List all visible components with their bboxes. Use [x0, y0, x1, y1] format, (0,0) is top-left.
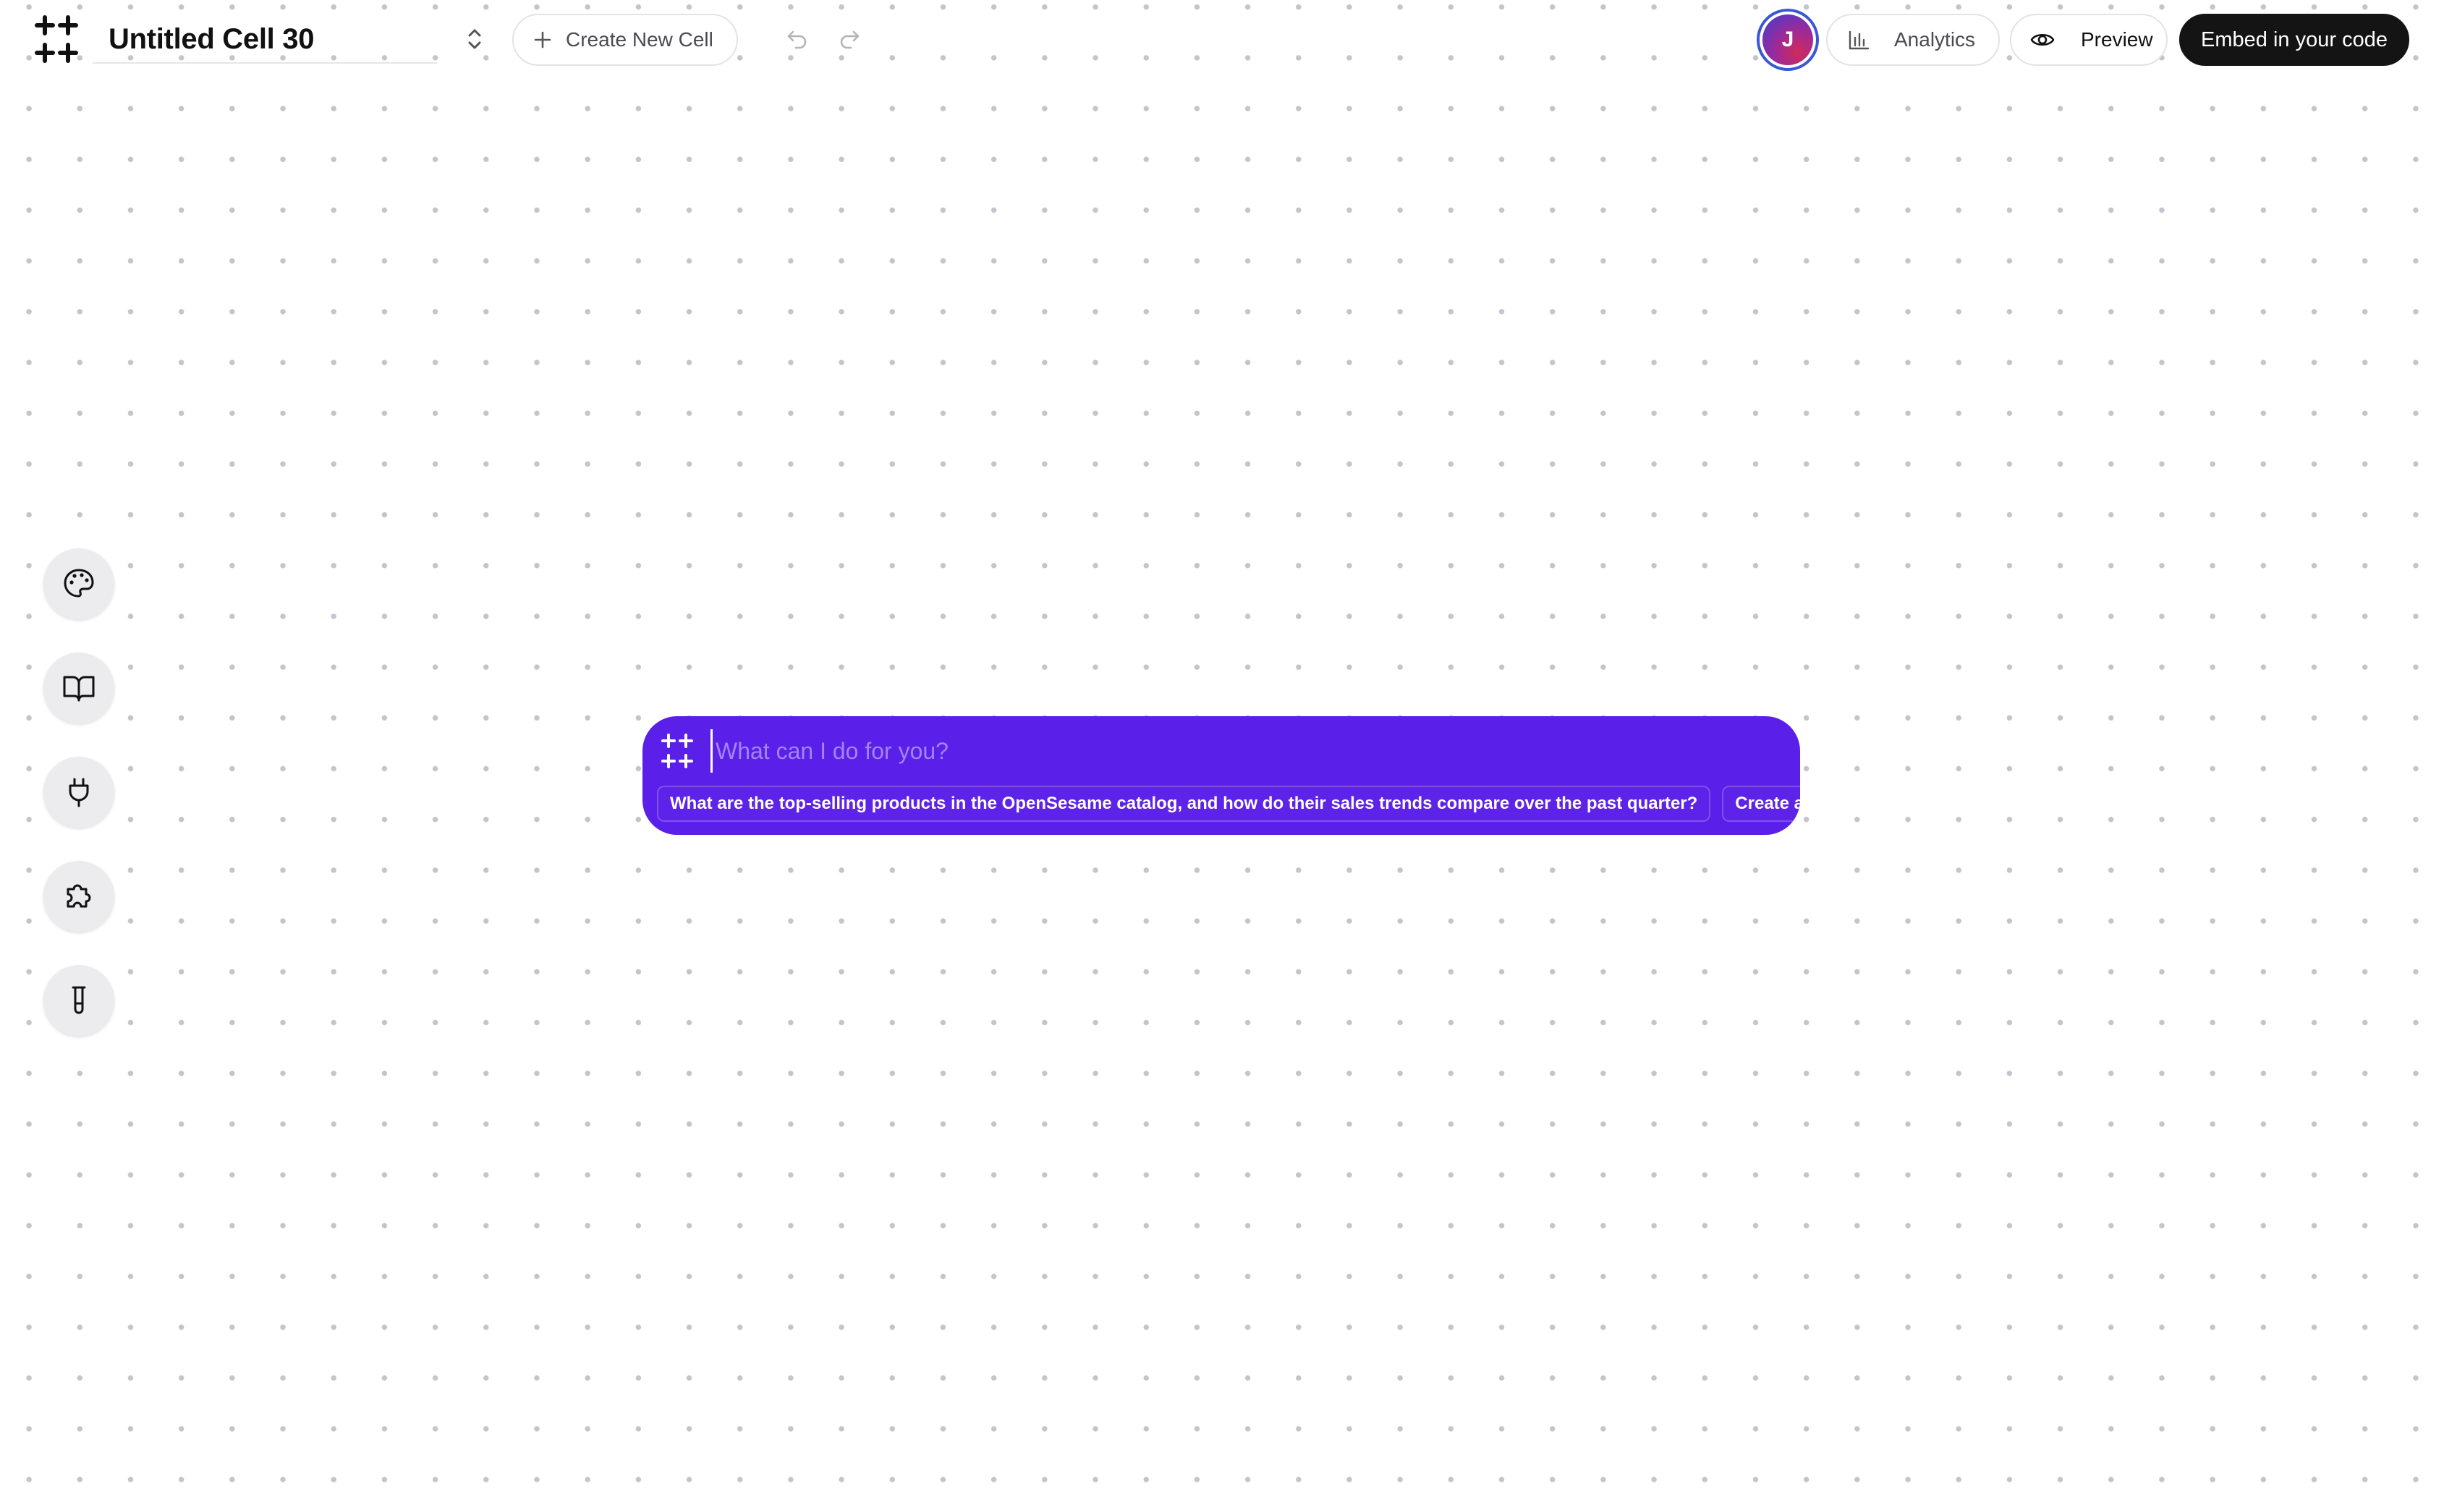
undo-icon[interactable]: [786, 27, 809, 51]
chevron-up-down-icon[interactable]: [460, 23, 489, 55]
integrations-plug-button[interactable]: [43, 757, 114, 828]
avatar-initial: J: [1762, 14, 1813, 65]
bar-chart-icon: [1849, 30, 1870, 50]
testing-tube-button[interactable]: [43, 965, 114, 1036]
user-avatar[interactable]: J: [1757, 9, 1819, 71]
knowledge-book-button[interactable]: [43, 653, 114, 723]
puzzle-icon: [67, 884, 91, 908]
ai-prompt-box: What are the top-selling products in the…: [642, 716, 1800, 835]
preview-label: Preview: [2081, 28, 2153, 51]
redo-icon[interactable]: [838, 27, 861, 51]
suggestion-chip[interactable]: What are the top-selling products in the…: [657, 786, 1711, 822]
prompt-input[interactable]: [710, 729, 1767, 773]
plug-icon: [69, 778, 89, 807]
create-new-cell-label: Create New Cell: [566, 28, 713, 51]
theme-palette-button[interactable]: [43, 548, 114, 619]
cell-title-field[interactable]: Untitled Cell 30: [93, 16, 437, 64]
page-title[interactable]: Untitled Cell 30: [109, 23, 314, 56]
plugins-puzzle-button[interactable]: [43, 861, 114, 932]
book-open-icon: [63, 676, 95, 702]
plus-icon: [534, 31, 551, 48]
create-new-cell-button[interactable]: Create New Cell: [512, 14, 738, 66]
suggestion-chip[interactable]: Create a re: [1722, 786, 1800, 822]
analytics-button[interactable]: Analytics: [1826, 14, 2000, 66]
test-tube-icon: [72, 986, 86, 1014]
embed-in-your-code-button[interactable]: Embed in your code: [2179, 14, 2409, 66]
app-logo-icon[interactable]: [30, 13, 82, 65]
preview-button[interactable]: Preview: [2010, 14, 2168, 66]
eye-icon: [2030, 33, 2055, 46]
top-bar: Untitled Cell 30 Create New Cell J Analy…: [0, 0, 2444, 81]
suggestion-chips: What are the top-selling products in the…: [657, 786, 1800, 822]
analytics-label: Analytics: [1894, 28, 1976, 51]
palette-icon: [64, 569, 94, 598]
embed-label: Embed in your code: [2201, 27, 2388, 51]
assistant-logo-icon: [661, 734, 693, 768]
